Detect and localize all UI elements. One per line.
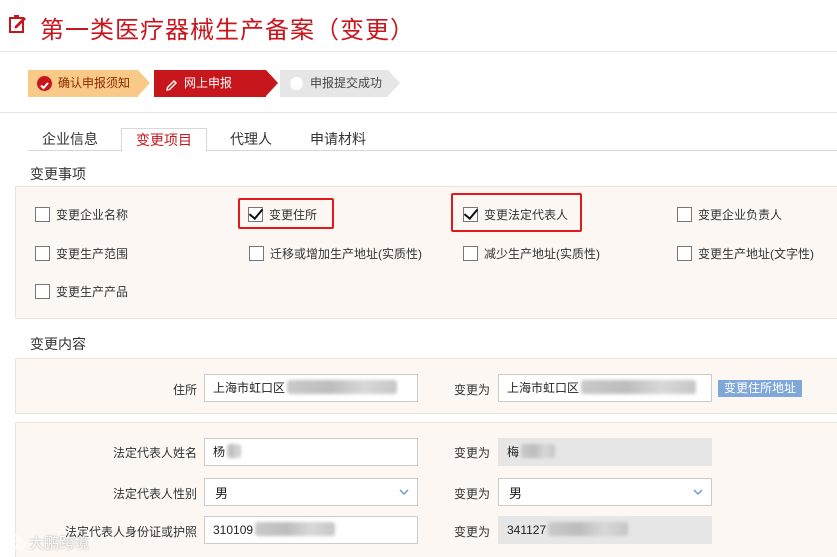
tab-bar: 企业信息 变更项目 代理人 申请材料 xyxy=(28,128,837,152)
watermark: 大鹏跨境 xyxy=(4,530,89,554)
name-change-to-label: 变更为 xyxy=(453,446,490,460)
watermark-text: 大鹏跨境 xyxy=(29,534,90,552)
checkbox[interactable] xyxy=(35,245,50,261)
checkbox-change-company-head[interactable]: 变更企业负责人 xyxy=(677,205,782,223)
redacted-text xyxy=(227,444,242,458)
tab-company-info[interactable]: 企业信息 xyxy=(28,128,112,151)
legal-rep-id-field: 310109 xyxy=(204,516,418,544)
tab-agent[interactable]: 代理人 xyxy=(216,128,286,151)
new-legal-rep-name-value: 梅 xyxy=(507,445,520,459)
checkbox-change-company-name[interactable]: 变更企业名称 xyxy=(35,205,128,223)
id-change-to-label: 变更为 xyxy=(453,525,490,539)
new-legal-rep-name-field: 梅 xyxy=(498,438,712,466)
redacted-text xyxy=(287,380,398,394)
section-title-change-content: 变更内容 xyxy=(30,336,86,352)
new-address-field[interactable]: 上海市虹口区 xyxy=(498,374,712,402)
checkbox-label: 变更生产地址(文字性) xyxy=(698,246,814,261)
checkbox-change-production-scope[interactable]: 变更生产范围 xyxy=(35,244,128,262)
tab-change-items[interactable]: 变更项目 xyxy=(121,128,207,152)
section-title-change-items: 变更事项 xyxy=(30,166,86,182)
pending-circle-icon xyxy=(290,77,303,90)
checkbox-change-legal-rep[interactable]: 变更法定代表人 xyxy=(463,205,568,223)
tab-application-materials[interactable]: 申请材料 xyxy=(298,128,378,151)
new-address-value: 上海市虹口区 xyxy=(507,381,580,395)
checkbox-change-address[interactable]: 变更住所 xyxy=(248,205,317,223)
page-header: 第一类医疗器械生产备案（变更） xyxy=(0,0,837,52)
checkbox-change-production-address-text[interactable]: 变更生产地址(文字性) xyxy=(677,244,814,262)
new-gender-selected-value: 男 xyxy=(509,486,523,501)
chevron-down-icon xyxy=(693,489,703,496)
check-circle-icon xyxy=(37,76,52,91)
checkbox-label: 变更生产产品 xyxy=(56,284,129,299)
page-title: 第一类医疗器械生产备案（变更） xyxy=(40,17,415,44)
checkbox[interactable] xyxy=(35,283,50,299)
checkbox[interactable] xyxy=(677,245,692,261)
checkbox[interactable] xyxy=(249,245,264,261)
checkbox-reduce-production-address[interactable]: 减少生产地址(实质性) xyxy=(463,244,600,262)
checkbox[interactable] xyxy=(463,206,478,222)
checkbox-label: 变更法定代表人 xyxy=(484,207,569,222)
edit-form-icon xyxy=(9,15,26,33)
redacted-text xyxy=(521,444,556,458)
address-label: 住所 xyxy=(172,383,197,397)
redacted-text xyxy=(255,522,336,536)
address-value: 上海市虹口区 xyxy=(213,381,286,395)
legal-rep-name-field: 杨 xyxy=(204,438,418,466)
checkbox[interactable] xyxy=(35,206,50,222)
steps-divider xyxy=(0,112,837,113)
checkbox-change-production-products[interactable]: 变更生产产品 xyxy=(35,282,128,300)
legal-rep-gender-label: 法定代表人性别 xyxy=(112,487,197,501)
change-address-button[interactable]: 变更住所地址 xyxy=(718,380,803,397)
legal-rep-name-label: 法定代表人姓名 xyxy=(112,446,197,460)
checkbox[interactable] xyxy=(248,206,263,222)
redacted-text xyxy=(581,380,697,394)
checkbox-move-add-production-address[interactable]: 迁移或增加生产地址(实质性) xyxy=(249,244,422,262)
step-label: 确认申报须知 xyxy=(58,76,131,90)
address-change-to-label: 变更为 xyxy=(453,383,490,397)
redacted-text xyxy=(548,522,629,536)
new-legal-rep-id-value: 341127 xyxy=(507,523,547,537)
new-legal-rep-gender-select[interactable]: 男 xyxy=(498,478,712,506)
checkbox[interactable] xyxy=(463,245,478,261)
chat-bubble-icon xyxy=(5,534,26,550)
chevron-down-icon xyxy=(399,489,409,496)
gender-change-to-label: 变更为 xyxy=(453,487,490,501)
step-label: 申报提交成功 xyxy=(310,76,383,90)
checkbox-label: 变更企业负责人 xyxy=(698,207,783,222)
checkbox[interactable] xyxy=(677,206,692,222)
address-field: 上海市虹口区 xyxy=(204,374,418,402)
step-label: 网上申报 xyxy=(184,76,233,90)
checkbox-label: 变更住所 xyxy=(269,207,318,222)
checkbox-label: 迁移或增加生产地址(实质性) xyxy=(270,246,422,261)
checkbox-label: 减少生产地址(实质性) xyxy=(484,246,600,261)
legal-rep-id-value: 310109 xyxy=(213,523,254,537)
pencil-icon xyxy=(164,76,178,91)
gender-selected-value: 男 xyxy=(215,486,229,501)
legal-rep-name-value: 杨 xyxy=(213,445,226,459)
new-legal-rep-id-field: 341127 xyxy=(498,516,712,544)
checkbox-label: 变更生产范围 xyxy=(56,246,129,261)
legal-rep-gender-select[interactable]: 男 xyxy=(204,478,418,506)
checkbox-label: 变更企业名称 xyxy=(56,207,129,222)
